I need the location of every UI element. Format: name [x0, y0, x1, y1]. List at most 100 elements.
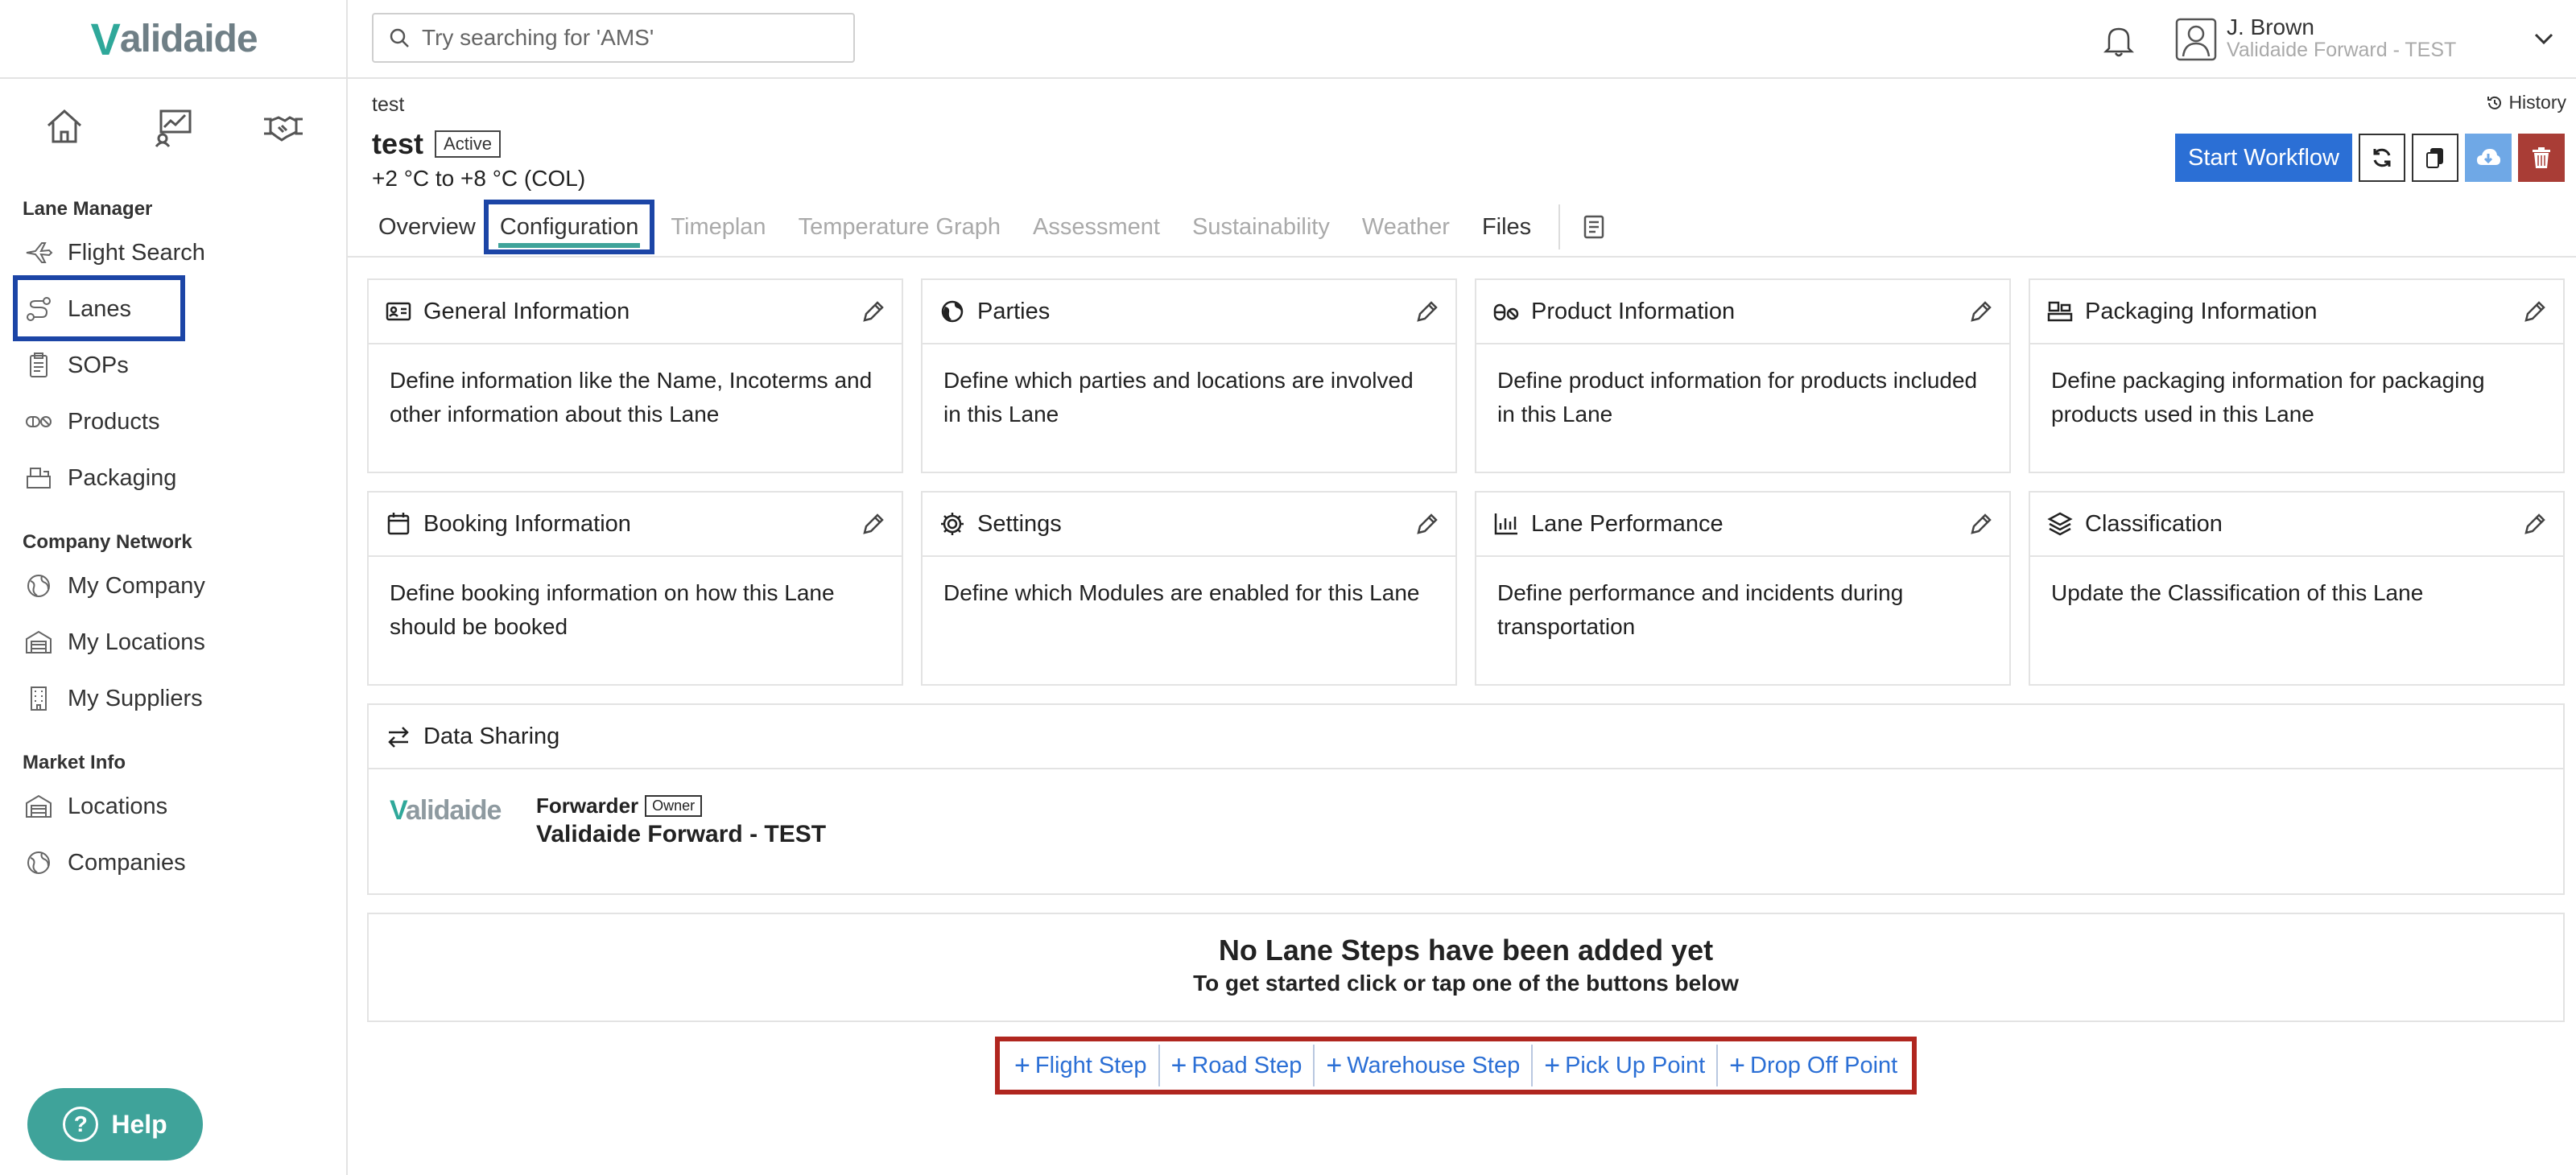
card-settings[interactable]: Settings Define which Modules are enable… — [921, 491, 1457, 686]
sidebar-item-my-suppliers[interactable]: My Suppliers — [24, 676, 203, 721]
warehouse-icon — [24, 628, 53, 657]
cloud-download-icon — [2475, 146, 2501, 170]
empty-state-title: No Lane Steps have been added yet — [1218, 934, 1714, 967]
main-content: test History test Active +2 °C to +8 °C … — [348, 80, 2576, 1175]
card-lane-performance[interactable]: Lane Performance Define performance and … — [1475, 491, 2011, 686]
chevron-down-icon[interactable] — [2533, 31, 2555, 47]
sidebar-item-sops[interactable]: SOPs — [24, 343, 129, 388]
plus-icon: + — [1326, 1050, 1343, 1081]
packaging-icon — [24, 464, 53, 493]
card-classification[interactable]: Classification Update the Classification… — [2029, 491, 2565, 686]
section-company-network: Company Network — [23, 531, 192, 553]
validaide-logo[interactable]: Validaide — [0, 0, 348, 79]
sidebar-item-label: My Locations — [68, 629, 205, 655]
tab-assessment[interactable]: Assessment — [1017, 200, 1176, 254]
tab-sustainability[interactable]: Sustainability — [1176, 200, 1346, 254]
download-button[interactable] — [2465, 134, 2512, 182]
layers-icon — [2046, 510, 2074, 538]
pencil-icon[interactable] — [2521, 298, 2549, 325]
pencil-icon[interactable] — [1414, 510, 1441, 538]
card-parties[interactable]: Parties Define which parties and locatio… — [921, 278, 1457, 473]
sidebar-item-label: My Suppliers — [68, 685, 203, 711]
card-booking-information[interactable]: Booking Information Define booking infor… — [367, 491, 903, 686]
party-company: Validaide Forward - TEST — [536, 821, 827, 847]
pencil-icon[interactable] — [860, 510, 887, 538]
tab-weather[interactable]: Weather — [1346, 200, 1466, 254]
tab-overview[interactable]: Overview — [370, 200, 484, 254]
card-product-information[interactable]: Product Information Define product infor… — [1475, 278, 2011, 473]
sidebar: Validaide Lane Manager Flight Search Lan… — [0, 0, 348, 1175]
tab-timeplan[interactable]: Timeplan — [654, 200, 782, 254]
handshake-icon[interactable] — [261, 103, 306, 148]
history-link[interactable]: History — [2486, 92, 2566, 113]
lane-steps-empty-panel: No Lane Steps have been added yet To get… — [367, 913, 2565, 1022]
delete-button[interactable] — [2518, 134, 2565, 182]
user-name[interactable]: J. Brown — [2227, 14, 2314, 40]
warehouse-icon — [24, 792, 53, 821]
pencil-icon[interactable] — [2521, 510, 2549, 538]
history-icon — [2486, 94, 2508, 112]
tab-divider — [1558, 204, 1561, 249]
plane-icon — [24, 238, 53, 267]
card-general-information[interactable]: General Information Define information l… — [367, 278, 903, 473]
party-role: Forwarder Owner — [536, 794, 703, 818]
sidebar-item-my-locations[interactable]: My Locations — [24, 620, 205, 665]
sidebar-item-companies[interactable]: Companies — [24, 840, 186, 885]
trash-icon — [2530, 146, 2553, 170]
sidebar-item-flight-search[interactable]: Flight Search — [24, 230, 205, 275]
pencil-icon[interactable] — [1967, 298, 1995, 325]
add-pick-up-point-button[interactable]: + Pick Up Point — [1533, 1045, 1719, 1086]
sidebar-item-label: My Company — [68, 572, 205, 599]
sidebar-item-products[interactable]: Products — [24, 399, 159, 444]
copy-button[interactable] — [2412, 134, 2458, 182]
bell-icon[interactable] — [2103, 23, 2135, 58]
action-toolbar: Start Workflow — [2174, 134, 2565, 182]
plus-icon: + — [1014, 1050, 1030, 1081]
globe-icon — [24, 848, 53, 877]
empty-state-subtitle: To get started click or tap one of the b… — [1193, 971, 1739, 996]
section-market-info: Market Info — [23, 752, 126, 773]
id-card-icon — [385, 298, 412, 325]
pencil-icon[interactable] — [1967, 510, 1995, 538]
add-step-button-group: + Flight Step + Road Step + Warehouse Step … — [995, 1037, 1918, 1095]
tab-files[interactable]: Files — [1466, 200, 1547, 254]
pills-icon — [24, 407, 53, 436]
help-button[interactable]: ? Help — [27, 1088, 203, 1161]
sidebar-item-my-company[interactable]: My Company — [24, 563, 205, 608]
sidebar-item-label: Packaging — [68, 464, 177, 491]
pencil-icon[interactable] — [1414, 298, 1441, 325]
building-icon — [24, 684, 53, 713]
tab-configuration[interactable]: Configuration — [483, 200, 655, 254]
swap-arrows-icon — [385, 723, 412, 750]
avatar[interactable] — [2175, 18, 2217, 61]
plus-icon: + — [1729, 1050, 1745, 1081]
section-lane-manager: Lane Manager — [23, 198, 153, 220]
status-badge: Active — [435, 130, 501, 158]
company-logo: Validaide — [390, 795, 502, 826]
pencil-icon[interactable] — [860, 298, 887, 325]
packaging-icon — [2046, 298, 2074, 325]
add-drop-off-point-button[interactable]: + Drop Off Point — [1718, 1045, 1909, 1086]
page-title: test Active — [372, 127, 501, 161]
sidebar-item-packaging[interactable]: Packaging — [24, 456, 176, 501]
bar-chart-icon — [1492, 510, 1520, 538]
sidebar-item-label: Flight Search — [68, 239, 205, 266]
clipboard-icon — [24, 351, 53, 380]
search-input[interactable]: Try searching for 'AMS' — [372, 13, 855, 63]
chart-board-icon[interactable] — [151, 103, 196, 148]
plus-icon: + — [1544, 1050, 1561, 1081]
add-flight-step-button[interactable]: + Flight Step — [1003, 1045, 1160, 1086]
tab-temperature-graph[interactable]: Temperature Graph — [782, 200, 1017, 254]
data-sharing-panel: Data Sharing Validaide Forwarder Owner Va… — [367, 703, 2565, 895]
refresh-button[interactable] — [2359, 134, 2405, 182]
add-warehouse-step-button[interactable]: + Warehouse Step — [1315, 1045, 1534, 1086]
document-tab[interactable] — [1571, 200, 1616, 254]
add-road-step-button[interactable]: + Road Step — [1160, 1045, 1315, 1086]
sidebar-item-locations[interactable]: Locations — [24, 784, 167, 829]
start-workflow-button[interactable]: Start Workflow — [2174, 134, 2352, 182]
search-placeholder: Try searching for 'AMS' — [422, 25, 654, 50]
lanes-highlight-box — [13, 275, 185, 341]
breadcrumb[interactable]: test — [372, 93, 404, 117]
card-packaging-information[interactable]: Packaging Information Define packaging i… — [2029, 278, 2565, 473]
home-icon[interactable] — [42, 103, 87, 148]
